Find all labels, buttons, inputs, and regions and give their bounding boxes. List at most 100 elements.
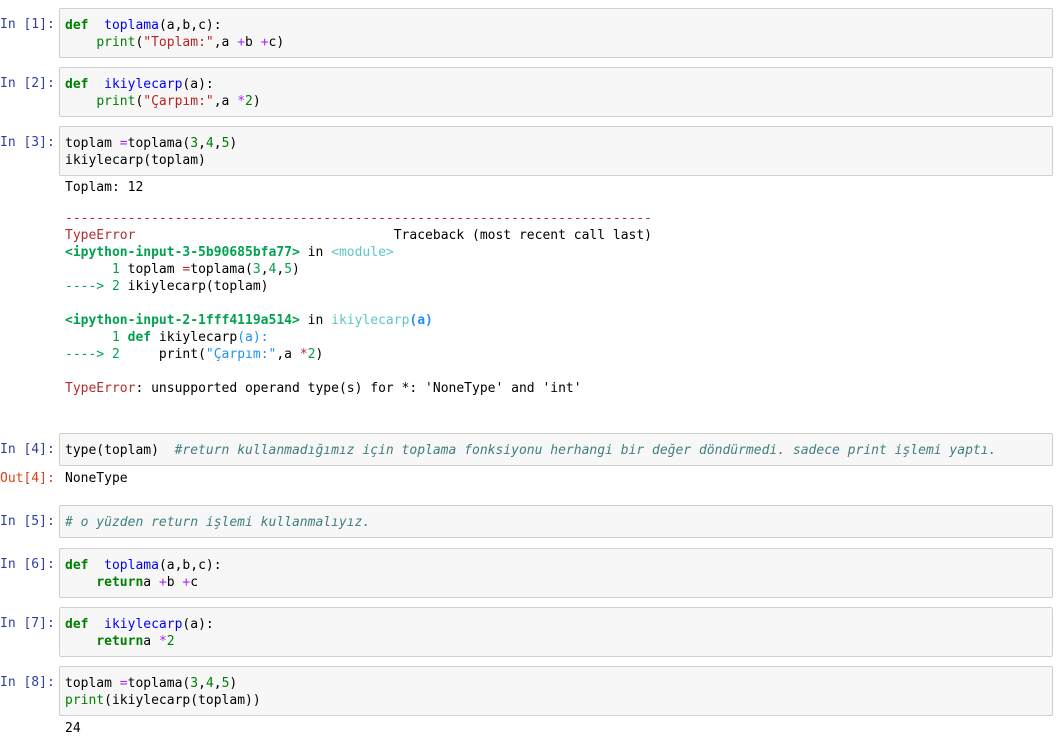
code-token: ,a [276,347,300,362]
code-token: ) [229,676,238,691]
traceback-output: ----------------------------------------… [65,210,1055,397]
output-prompt: Out[4]: [0,471,55,486]
code-token: (ikiylecarp(toplam)) [104,693,261,708]
code-token: <ipython-input-2-1fff4119a514> [65,313,300,328]
code-token: 3 [190,136,199,151]
code-token: print [96,94,136,109]
code-token: (a): [182,617,214,632]
code-token: b [166,575,183,590]
code-input-area[interactable]: def toplama(a,b,c): returna +b +c [59,548,1053,598]
code-token: 2 [307,347,316,362]
input-prompt: In [8]: [0,675,55,690]
code-line: TypeError Traceback (most recent call la… [65,227,1055,244]
code-token: type(toplam) [65,443,175,458]
code-token: : unsupported operand type(s) for *: 'No… [135,381,582,396]
code-token: + [158,575,167,590]
code-token: <ipython-input-3-5b90685bfa77> [65,245,300,260]
code-token: + [260,35,269,50]
code-token: ikiylecarp [331,313,410,328]
code-token: def [127,330,152,345]
code-token: (a): [237,330,269,345]
code-line: def toplama(a,b,c): [65,17,1047,34]
code-line: def ikiylecarp(a): [65,76,1047,93]
code-token: # o yüzden return işlemi kullanmalıyız. [65,515,371,530]
code-token: def [65,558,89,573]
code-token: ) [292,262,300,277]
code-token: "Çarpım:" [143,94,214,109]
code-token: "Çarpım:" [205,347,277,362]
code-token: ikiylecarp [151,330,238,345]
code-token: #return kullanmadığımız için toplama fon… [174,443,997,458]
code-token: (a): [182,77,214,92]
code-input-area[interactable]: # o yüzden return işlemi kullanmalıyız. [59,505,1053,538]
result-text: NoneType [65,471,128,486]
code-token: ) [315,347,324,362]
code-line: def ikiylecarp(a): [65,616,1047,633]
code-token: , [276,262,285,277]
input-prompt: In [2]: [0,76,55,91]
code-token: toplam [65,136,120,151]
code-token: b [245,35,261,50]
code-line: returna *2 [65,633,1047,650]
code-token: + [237,35,246,50]
code-token: ikiylecarp [104,617,183,632]
code-line: 1 def ikiylecarp(a): [65,329,1055,346]
code-token: print [65,693,105,708]
input-prompt: In [4]: [0,442,55,457]
code-token: = [119,136,128,151]
stdout-text: Toplam: 12 [65,180,144,195]
code-line: toplam =toplama(3,4,5) [65,135,1047,152]
code-token: ) [252,94,261,109]
code-line: returna +b +c [65,574,1047,591]
code-token: toplama( [127,136,191,151]
code-line: # o yüzden return işlemi kullanmalıyız. [65,514,1047,531]
code-token: ikiylecarp [104,77,183,92]
input-prompt: In [7]: [0,616,55,631]
code-token: ----------------------------------------… [65,211,652,226]
code-line: ----> 2 ikiylecarp(toplam) [65,278,1055,295]
code-token: TypeError [65,228,136,243]
code-token: ----> 2 [65,347,128,362]
code-input-area[interactable]: def toplama(a,b,c): print("Toplam:",a +b… [59,8,1053,58]
code-token: ,a [213,94,238,109]
cell-output-stdout: Toplam: 12 [65,179,1055,196]
code-token: toplam [65,676,120,691]
execute-result: NoneType [65,470,1055,487]
code-line: 1 toplam =toplama(3,4,5) [65,261,1055,278]
code-token: return [96,634,144,649]
input-prompt: In [6]: [0,557,55,572]
code-line: print(ikiylecarp(toplam)) [65,692,1047,709]
code-input-area[interactable]: def ikiylecarp(a): returna *2 [59,607,1053,657]
code-token: c) [268,35,285,50]
code-input-area[interactable]: def ikiylecarp(a): print("Çarpım:",a *2) [59,67,1053,117]
code-line: print("Çarpım:",a *2) [65,93,1047,110]
code-token: ikiylecarp(toplam) [65,153,206,168]
code-token: TypeError [65,381,136,396]
code-token: (a,b,c): [158,18,222,33]
code-line: TypeError: unsupported operand type(s) f… [65,380,1055,397]
code-token: ) [229,136,238,151]
code-input-area[interactable]: toplam =toplama(3,4,5) ikiylecarp(toplam) [59,126,1053,176]
code-token: , [213,136,222,151]
code-line: ikiylecarp(toplam) [65,152,1047,169]
code-token: 5 [284,262,293,277]
code-token: = [119,676,128,691]
code-token: def [65,77,89,92]
code-input-area[interactable]: toplam =toplama(3,4,5) print(ikiylecarp(t… [59,666,1053,716]
code-input-area[interactable]: type(toplam) #return kullanmadığımız içi… [59,433,1053,466]
code-token: ----> 2 [65,279,128,294]
code-token: "Toplam:" [143,35,214,50]
code-line: type(toplam) #return kullanmadığımız içi… [65,442,1047,459]
code-token: 1 [65,262,128,277]
code-token: def [65,617,89,632]
code-token: def [65,18,89,33]
code-token: * [158,634,167,649]
code-token: c [190,575,199,590]
code-token: 3 [190,676,199,691]
